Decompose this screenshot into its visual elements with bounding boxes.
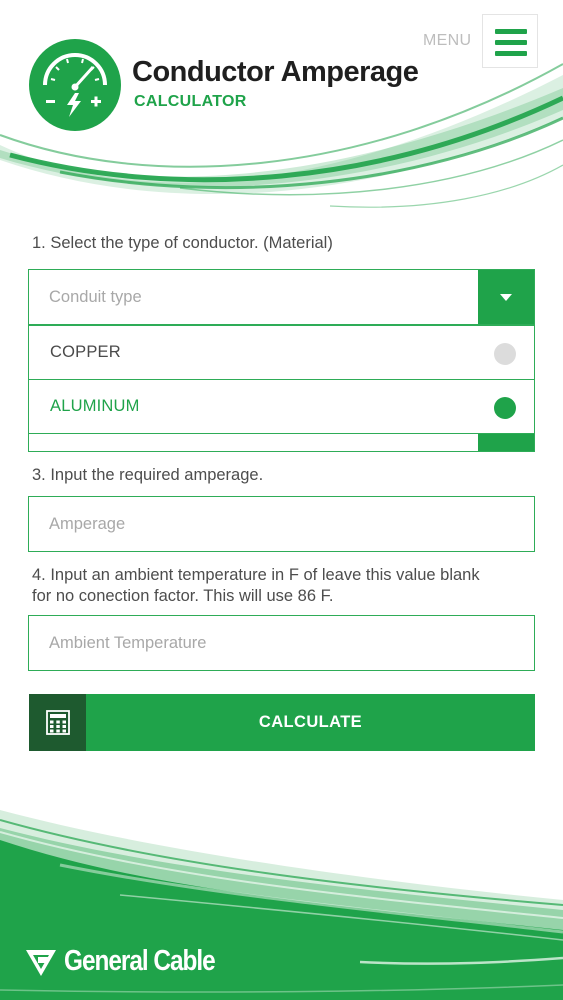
amperage-input[interactable] — [49, 497, 489, 551]
calculator-icon-box — [29, 694, 86, 751]
option-aluminum[interactable]: ALUMINUM — [28, 379, 535, 434]
step3-label: 3. Input the required amperage. — [32, 466, 264, 484]
conduit-type-placeholder: Conduit type — [49, 287, 142, 306]
menu-button[interactable] — [482, 14, 538, 68]
amperage-field[interactable] — [28, 496, 535, 552]
brand-name: General Cable — [64, 944, 216, 977]
step4-label-line1: 4. Input an ambient temperature in F of … — [32, 566, 480, 584]
option-aluminum-label: ALUMINUM — [50, 397, 140, 415]
app-title: Conductor Amperage — [132, 56, 419, 88]
menu-label[interactable]: MENU — [423, 32, 471, 50]
amperage-gauge-icon — [29, 39, 121, 131]
calculator-icon — [46, 710, 70, 735]
calculate-label: CALCULATE — [258, 713, 363, 731]
temperature-field[interactable] — [28, 615, 535, 671]
radio-unselected-icon[interactable] — [494, 343, 516, 365]
step4-label-line2: for no conection factor. This will use 8… — [32, 587, 334, 605]
app-subtitle: CALCULATOR — [134, 93, 247, 110]
option-copper-label: COPPER — [50, 343, 121, 361]
general-cable-brand: General Cable — [24, 941, 243, 981]
conductor-dropdown: COPPER ALUMINUM — [28, 325, 535, 434]
conduit-type-select[interactable]: Conduit type — [28, 269, 535, 325]
calculate-button[interactable]: CALCULATE — [29, 694, 535, 751]
general-cable-logo-icon — [26, 950, 56, 976]
chevron-down-icon[interactable] — [478, 270, 534, 324]
radio-selected-icon[interactable] — [494, 397, 516, 419]
option-copper[interactable]: COPPER — [28, 325, 535, 380]
step1-label: 1. Select the type of conductor. (Materi… — [32, 234, 333, 252]
app-header: Conductor Amperage CALCULATOR MENU — [0, 0, 563, 215]
ambient-temperature-input[interactable] — [49, 616, 489, 670]
